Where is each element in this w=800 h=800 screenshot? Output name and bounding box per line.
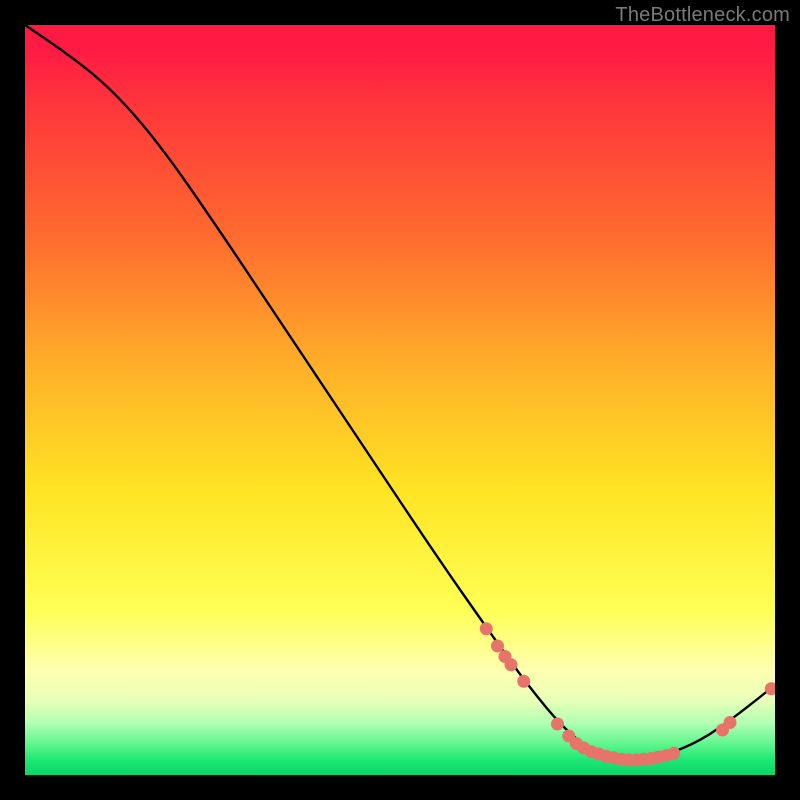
curve-marker xyxy=(517,675,530,688)
curve-marker xyxy=(480,622,493,635)
curve-marker xyxy=(667,747,680,760)
curve-markers xyxy=(480,622,775,766)
plot-svg xyxy=(25,25,775,775)
curve-marker xyxy=(505,658,518,671)
chart-container: TheBottleneck.com xyxy=(0,0,800,800)
curve-marker xyxy=(491,640,504,653)
curve-marker xyxy=(724,716,737,729)
watermark-label: TheBottleneck.com xyxy=(615,4,790,27)
bottleneck-curve xyxy=(25,25,775,759)
curve-marker xyxy=(551,718,564,731)
plot-area xyxy=(25,25,775,775)
